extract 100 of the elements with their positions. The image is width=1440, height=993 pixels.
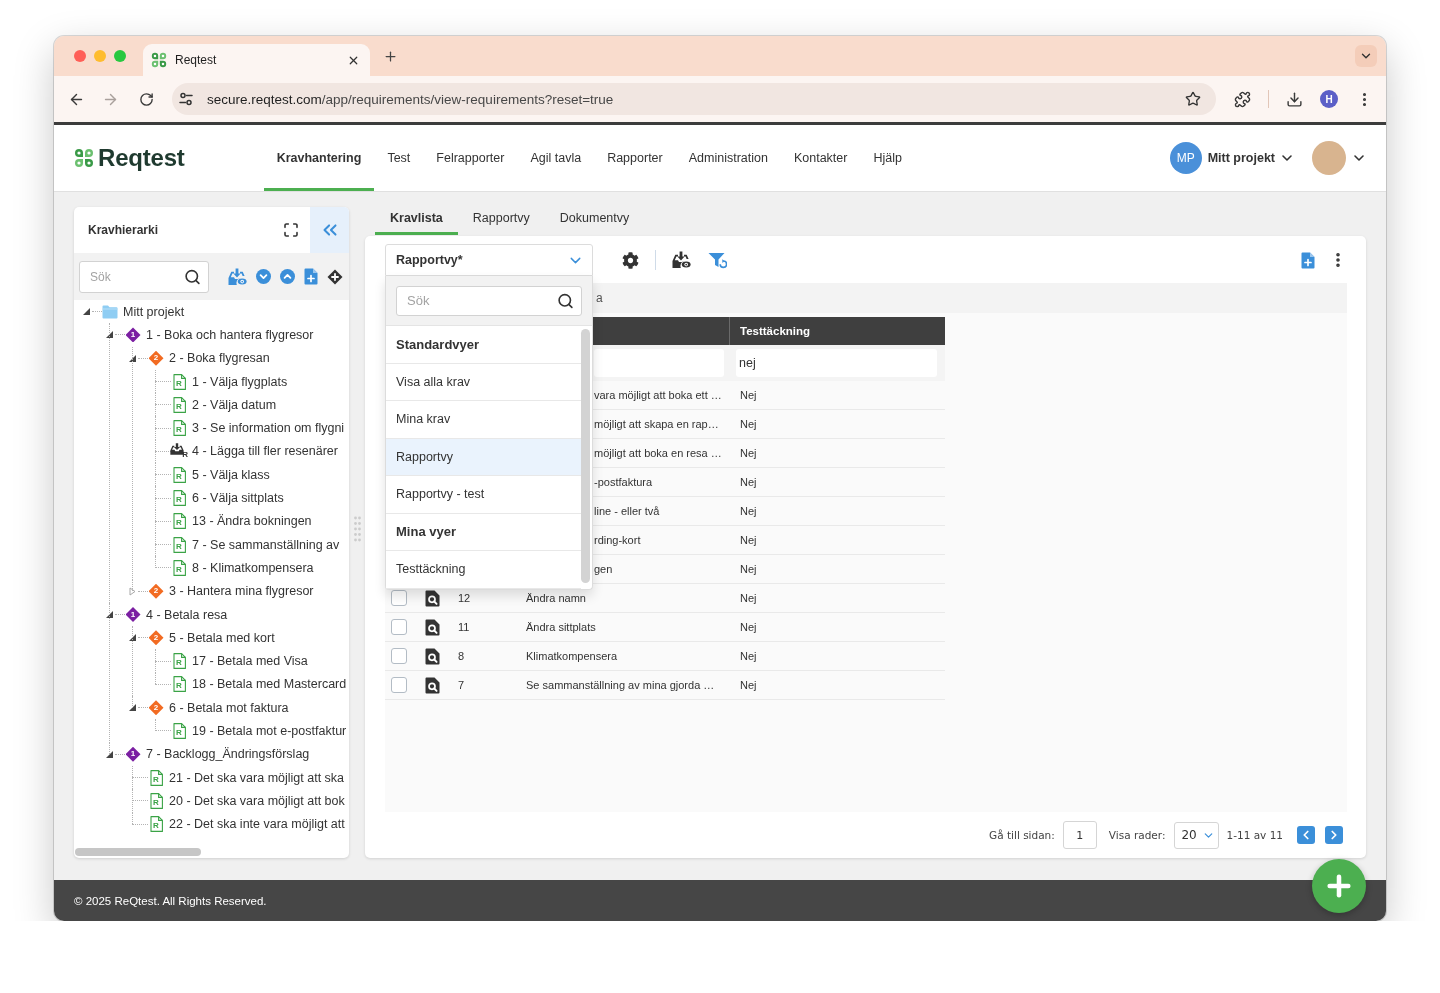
table-cell: Ändra namn bbox=[526, 592, 586, 604]
dropdown-option[interactable]: Mina krav bbox=[386, 401, 581, 439]
dropdown-option[interactable]: Rapportvy - test bbox=[386, 476, 581, 514]
tree-item[interactable]: 7 - Backlogg_Ändringsförslag bbox=[146, 747, 310, 762]
chevron-up-circle-icon[interactable] bbox=[280, 269, 295, 284]
tree-item[interactable]: 3 - Se information om flygni bbox=[192, 421, 345, 436]
document-search-icon[interactable] bbox=[425, 618, 440, 636]
tree-item[interactable]: 1 - Boka och hantera flygresor bbox=[146, 327, 314, 342]
site-settings-icon[interactable] bbox=[178, 91, 194, 107]
tree-item[interactable]: 3 - Hantera mina flygresor bbox=[169, 584, 314, 599]
dropdown-option[interactable]: Rapportvy bbox=[386, 438, 581, 476]
document-search-icon[interactable] bbox=[425, 676, 440, 694]
search-icon[interactable] bbox=[557, 292, 574, 309]
nav-tab[interactable]: Felrapporter bbox=[423, 125, 518, 191]
triangle-icon[interactable] bbox=[128, 704, 136, 712]
tree-item[interactable]: 2 - Boka flygresan bbox=[169, 351, 270, 366]
tree-item[interactable]: Mitt projekt bbox=[123, 304, 185, 319]
checkbox[interactable] bbox=[391, 677, 407, 693]
nav-tab[interactable]: Agil tavla bbox=[517, 125, 595, 191]
expand-icon[interactable] bbox=[283, 222, 299, 238]
level-badge: 2 bbox=[148, 583, 164, 599]
nav-tab[interactable]: Kontakter bbox=[780, 125, 861, 191]
download-eye-icon[interactable] bbox=[672, 251, 691, 269]
page-input[interactable]: 1 bbox=[1062, 821, 1097, 849]
checkbox[interactable] bbox=[391, 619, 407, 635]
settings-icon[interactable] bbox=[622, 251, 639, 269]
tree-item[interactable]: 5 - Betala med kort bbox=[169, 630, 275, 645]
tree-item[interactable]: 21 - Det ska vara möjligt att ska bbox=[169, 770, 345, 785]
table-cell: Nej bbox=[740, 389, 757, 401]
tab-list-button[interactable] bbox=[1355, 45, 1377, 67]
triangle-icon[interactable] bbox=[82, 308, 90, 316]
document-icon: R bbox=[172, 559, 186, 576]
triangle-icon[interactable] bbox=[105, 750, 113, 758]
tree-item[interactable]: 6 - Betala mot faktura bbox=[169, 700, 289, 715]
file-plus-icon[interactable] bbox=[1301, 251, 1315, 269]
drag-handle-icon[interactable] bbox=[353, 516, 361, 542]
nav-tab[interactable]: Hjälp bbox=[860, 125, 915, 191]
tree-item[interactable]: 17 - Betala med Visa bbox=[192, 654, 308, 669]
nav-tab[interactable]: Kravhantering bbox=[263, 125, 375, 191]
star-icon[interactable] bbox=[1185, 91, 1201, 107]
folder-icon bbox=[102, 304, 118, 319]
logo-text[interactable]: Reqtest bbox=[98, 144, 185, 172]
tree-item[interactable]: 4 - Betala resa bbox=[146, 607, 228, 622]
filter-field[interactable]: nej bbox=[736, 349, 937, 377]
tree-item[interactable]: 20 - Det ska vara möjligt att bok bbox=[169, 793, 345, 808]
tree-item[interactable]: 22 - Det ska inte vara möjligt att bbox=[169, 817, 345, 832]
document-search-icon[interactable] bbox=[425, 589, 440, 607]
browser-tab[interactable]: Reqtest bbox=[143, 44, 370, 76]
tree-item[interactable]: 8 - Klimatkompensera bbox=[192, 560, 314, 575]
tree-item[interactable]: 19 - Betala mot e-postfaktur bbox=[192, 724, 347, 738]
project-name[interactable]: Mitt projekt bbox=[1207, 151, 1275, 165]
nav-tab[interactable]: Rapporter bbox=[594, 125, 676, 191]
diamond-plus-icon[interactable] bbox=[327, 268, 343, 285]
download-icon[interactable] bbox=[1285, 90, 1303, 108]
column-header[interactable]: Testtäckning bbox=[740, 325, 811, 337]
tree-item[interactable]: 7 - Se sammanställning av bbox=[192, 537, 340, 552]
dropdown-option[interactable]: Visa alla krav bbox=[386, 363, 581, 401]
checkbox[interactable] bbox=[391, 648, 407, 664]
tree-item[interactable]: 2 - Välja datum bbox=[192, 397, 277, 412]
tree-item[interactable]: 13 - Ändra bokningen bbox=[192, 514, 312, 529]
reload-icon[interactable] bbox=[138, 91, 154, 107]
clover-logo-icon bbox=[74, 148, 94, 168]
triangle-icon[interactable] bbox=[128, 634, 136, 642]
tree-item[interactable]: 1 - Välja flygplats bbox=[192, 374, 288, 389]
document-search-icon[interactable] bbox=[425, 647, 440, 665]
search-icon[interactable] bbox=[184, 268, 201, 285]
plus-icon[interactable] bbox=[383, 48, 398, 64]
checkbox[interactable] bbox=[391, 590, 407, 606]
previous-page-button[interactable] bbox=[1297, 826, 1315, 844]
file-plus-icon[interactable] bbox=[304, 268, 318, 285]
address-bar[interactable]: secure.reqtest.com/app/requirements/view-requirements?reset=true bbox=[172, 83, 1216, 115]
chevron-down-circle-icon[interactable] bbox=[256, 269, 271, 284]
view-select[interactable]: Rapportvy* bbox=[385, 244, 593, 276]
profile-avatar[interactable]: H bbox=[1320, 90, 1338, 108]
rows-per-page-select[interactable]: 20 bbox=[1174, 821, 1220, 849]
view-tab[interactable]: Dokumentvy bbox=[544, 200, 645, 235]
filter-refresh-icon[interactable] bbox=[708, 251, 727, 269]
tree-item[interactable]: 18 - Betala med Mastercard bbox=[192, 677, 347, 692]
search-field[interactable]: Sök bbox=[79, 260, 209, 293]
add-button[interactable] bbox=[1312, 859, 1366, 913]
table-cell: line - eller två bbox=[594, 505, 660, 517]
document-icon: R bbox=[172, 676, 186, 693]
triangle-icon[interactable] bbox=[105, 331, 113, 339]
scrollbar-thumb[interactable] bbox=[581, 329, 590, 583]
tree-item[interactable]: 5 - Välja klass bbox=[192, 467, 270, 482]
triangle-icon[interactable] bbox=[105, 611, 113, 618]
search-field[interactable]: Sök bbox=[396, 285, 582, 316]
puzzle-icon[interactable] bbox=[1233, 90, 1251, 108]
tree-item[interactable]: 6 - Välja sittplats bbox=[192, 491, 284, 505]
nav-tab[interactable]: Test bbox=[374, 125, 424, 191]
next-page-button[interactable] bbox=[1325, 826, 1343, 844]
table-cell: Nej bbox=[740, 505, 757, 517]
nav-tab[interactable]: Administration bbox=[675, 125, 781, 191]
triangle-icon[interactable] bbox=[128, 354, 136, 362]
collapse-button[interactable] bbox=[310, 207, 349, 253]
view-tab[interactable]: Rapportvy bbox=[457, 200, 545, 235]
tree-item[interactable]: 4 - Lägga till fler resenärer bbox=[192, 444, 338, 459]
filter-field[interactable] bbox=[594, 349, 724, 377]
dropdown-option[interactable]: Testtäckning bbox=[386, 551, 581, 589]
scrollbar-thumb[interactable] bbox=[75, 848, 201, 856]
